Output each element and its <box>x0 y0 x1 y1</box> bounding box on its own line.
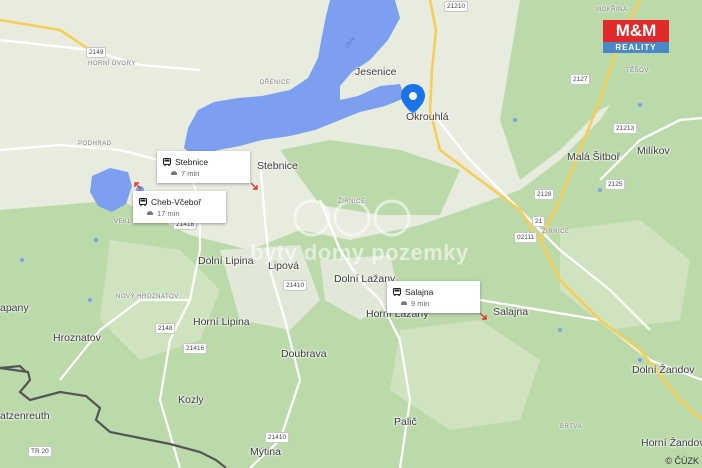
map-copyright: © ČÚZK <box>665 456 699 466</box>
locality-label: NOVÝ HROZNATOV <box>116 294 179 300</box>
locality-label: ŽIRNICE <box>542 229 570 235</box>
town-label: Horní Žandov <box>641 437 702 449</box>
route-card-time: 9 min <box>411 299 430 308</box>
town-label: Salajna <box>493 306 529 318</box>
road-shield: 2127 <box>570 74 591 85</box>
town-label: Lipová <box>268 260 299 272</box>
road-shield: 21210 <box>444 1 469 12</box>
town-label: Stebnice <box>257 160 298 172</box>
town-label: Milíkov <box>637 145 670 157</box>
locality-label: TĚŠOV <box>626 68 649 74</box>
map-canvas[interactable] <box>0 0 702 468</box>
mm-reality-logo: M&M REALITY <box>603 20 669 53</box>
locality-label: MOKŘINA <box>596 7 628 13</box>
car-icon <box>147 211 153 215</box>
logo-top: M&M <box>603 20 669 42</box>
direction-arrow-icon <box>134 182 142 190</box>
route-card-stebnice[interactable]: Stebnice 7 min <box>157 151 250 183</box>
town-label: Hroznatov <box>53 332 101 344</box>
route-card-title: Salajna <box>405 287 434 297</box>
direction-arrow-icon <box>250 182 258 190</box>
route-card-title: Cheb-Včeboř <box>151 197 202 207</box>
town-label: Doubrava <box>281 348 327 360</box>
town-label: Horní Lipina <box>193 316 250 328</box>
town-label: Dolní Žandov <box>632 364 695 376</box>
car-icon <box>401 301 407 305</box>
road-shield: TR 20 <box>28 446 52 457</box>
direction-arrow-icon <box>479 312 487 320</box>
town-label: Dolní Lipina <box>198 255 254 267</box>
locality-label: BRTVA <box>560 424 582 430</box>
locality-label: ŽIRNICE <box>338 199 366 205</box>
road-shield: 2149 <box>86 47 107 58</box>
road-shield: 2125 <box>605 179 626 190</box>
road-shield: 02111 <box>514 232 538 243</box>
town-label: Palič <box>394 416 417 428</box>
route-card-time: 7 min <box>181 169 200 178</box>
road-shield: 2128 <box>534 189 555 200</box>
locality-label: HORNÍ DVORY <box>88 61 136 67</box>
town-label: Okrouhlá <box>406 111 449 123</box>
logo-bottom: REALITY <box>603 42 669 53</box>
road-shield: 21410 <box>283 280 308 291</box>
bus-icon <box>163 158 171 166</box>
road-shield: 21213 <box>613 123 638 134</box>
town-label: apany <box>0 302 29 314</box>
town-label: Malá Šitboř <box>567 151 621 163</box>
town-label: Jesenice <box>355 66 397 78</box>
locality-label: PODHRAD <box>78 141 112 147</box>
route-card-cheb[interactable]: Cheb-Včeboř 17 min <box>133 191 226 223</box>
road-shield: 21416 <box>183 343 208 354</box>
town-label: Mýtina <box>250 446 281 458</box>
route-card-title: Stebnice <box>175 157 209 167</box>
route-card-salajna[interactable]: Salajna 9 min <box>387 281 480 313</box>
locality-label: DŘENICE <box>260 80 291 86</box>
road-shield: 21410 <box>265 432 290 443</box>
road-shield: 21 <box>532 216 546 227</box>
bus-icon <box>393 288 401 296</box>
bus-icon <box>139 198 147 206</box>
route-card-time: 17 min <box>157 209 180 218</box>
car-icon <box>171 171 177 175</box>
town-label: Kozly <box>178 394 204 406</box>
town-label: atzenreuth <box>0 410 50 422</box>
locality-label: VEKL <box>114 219 132 225</box>
road-shield: 2148 <box>155 323 176 334</box>
